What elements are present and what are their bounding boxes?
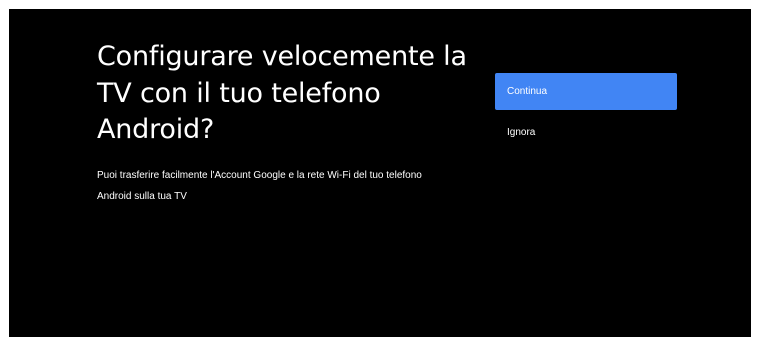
action-list: Continua Ignora: [495, 73, 677, 148]
page-description: Puoi trasferire facilmente l'Account Goo…: [97, 169, 422, 202]
tv-screen: Configurare velocemente la TV con il tuo…: [9, 9, 751, 337]
continue-button[interactable]: Continua: [495, 73, 677, 110]
skip-button[interactable]: Ignora: [495, 118, 677, 148]
page-title: Configurare velocemente la TV con il tuo…: [97, 41, 467, 145]
setup-info-panel: Configurare velocemente la TV con il tuo…: [97, 39, 477, 207]
